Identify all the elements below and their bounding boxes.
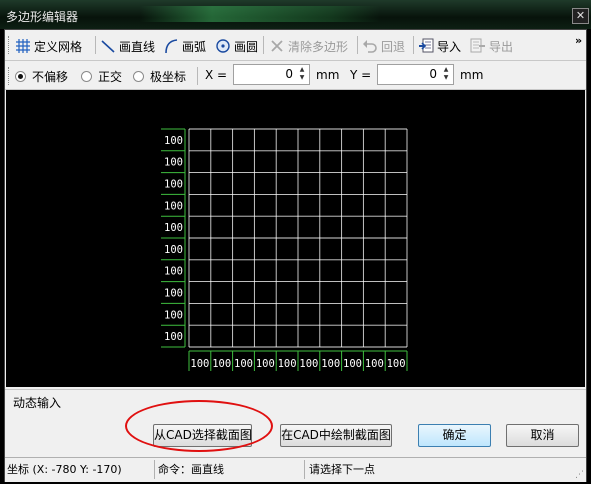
title-bar: 多边形编辑器 ✕ bbox=[0, 0, 591, 29]
ok-button[interactable]: 确定 bbox=[418, 424, 491, 447]
bottom-tab-row: 动态输入 bbox=[5, 389, 586, 412]
toolbar-grip[interactable] bbox=[8, 36, 11, 54]
toolbar-separator bbox=[357, 36, 358, 54]
grid-icon bbox=[16, 39, 30, 53]
x-value: 0 bbox=[285, 67, 293, 81]
row-dimension-label: 100 bbox=[164, 309, 183, 321]
draw-arc-label: 画弧 bbox=[182, 39, 207, 54]
x-label: X = bbox=[205, 68, 228, 82]
draw-in-cad-button[interactable]: 在CAD中绘制截面图 bbox=[280, 424, 392, 447]
col-dimension-label: 100 bbox=[365, 358, 384, 370]
window-title: 多边形编辑器 bbox=[6, 10, 79, 24]
radio-dot-icon bbox=[15, 71, 26, 82]
draw-line-button[interactable]: 画直线 bbox=[100, 37, 155, 55]
status-divider bbox=[304, 460, 305, 479]
row-dimension-label: 100 bbox=[164, 244, 183, 256]
draw-arc-button[interactable]: 画弧 bbox=[163, 37, 206, 55]
circle-icon bbox=[216, 39, 230, 53]
clear-polygon-button[interactable]: 清除多边形 bbox=[269, 37, 348, 55]
define-grid-label: 定义网格 bbox=[34, 39, 83, 54]
undo-button[interactable]: 回退 bbox=[362, 37, 405, 55]
radio-no-offset[interactable]: 不偏移 bbox=[15, 68, 68, 85]
radio-orthogonal-label: 正交 bbox=[98, 70, 123, 84]
toolbar-separator bbox=[413, 36, 414, 54]
x-spin-arrows[interactable]: ▲ ▼ bbox=[296, 66, 308, 83]
export-button[interactable]: 导出 bbox=[470, 37, 513, 55]
resize-grip-icon[interactable]: ⋰ bbox=[575, 470, 584, 480]
row-dimension-label: 100 bbox=[164, 157, 183, 169]
status-coordinates: 坐标 (X: -780 Y: -170) bbox=[7, 463, 122, 476]
status-prompt: 请选择下一点 bbox=[309, 463, 375, 476]
clear-polygon-label: 清除多边形 bbox=[288, 39, 349, 54]
arc-icon bbox=[165, 39, 178, 54]
y-label: Y = bbox=[350, 68, 372, 82]
status-command: 命令：画直线 bbox=[158, 463, 224, 476]
options-toolbar: 不偏移 正交 极坐标 X = 0 ▲ ▼ mm Y = 0 ▲ ▼ mm bbox=[5, 61, 586, 90]
col-dimension-label: 100 bbox=[387, 358, 406, 370]
x-unit: mm bbox=[316, 68, 340, 82]
toolbar-separator bbox=[263, 36, 264, 54]
col-dimension-label: 100 bbox=[343, 358, 362, 370]
x-input[interactable]: 0 ▲ ▼ bbox=[233, 64, 310, 85]
toolbar-overflow-button[interactable]: » bbox=[575, 34, 582, 47]
radio-polar-label: 极坐标 bbox=[150, 70, 187, 84]
draw-line-label: 画直线 bbox=[119, 39, 156, 54]
toolbar-grip[interactable] bbox=[8, 67, 11, 85]
line-icon bbox=[101, 40, 115, 53]
y-spin-arrows[interactable]: ▲ ▼ bbox=[440, 66, 452, 83]
select-from-cad-button[interactable]: 从CAD选择截面图 bbox=[153, 424, 252, 447]
grid-svg[interactable]: 100100100100100100100100100100100 100 100 1… bbox=[6, 90, 585, 387]
status-divider bbox=[154, 460, 155, 479]
cancel-button[interactable]: 取消 bbox=[506, 424, 579, 447]
undo-icon bbox=[363, 40, 377, 53]
tab-dynamic-input[interactable]: 动态输入 bbox=[13, 394, 61, 411]
export-icon bbox=[470, 38, 485, 53]
y-unit: mm bbox=[460, 68, 484, 82]
import-button[interactable]: 导入 bbox=[418, 37, 461, 55]
col-dimension-label: 100 bbox=[256, 358, 275, 370]
row-dimension-label: 100 bbox=[164, 331, 183, 343]
row-dimension-label: 100 bbox=[164, 179, 183, 191]
row-dimension-label: 100 bbox=[164, 266, 183, 278]
row-dimension-label: 100 bbox=[164, 288, 183, 300]
main-toolbar: 定义网格 画直线 画弧 画圆 清除多边形 回退 导入 导出 » bbox=[5, 30, 586, 61]
col-dimension-label: 100 bbox=[299, 358, 318, 370]
draw-circle-label: 画圆 bbox=[234, 39, 259, 54]
import-icon bbox=[419, 38, 434, 53]
col-dimension-label: 100 bbox=[212, 358, 231, 370]
radio-orthogonal[interactable]: 正交 bbox=[81, 68, 122, 85]
radio-dot-icon bbox=[81, 71, 92, 82]
toolbar-separator bbox=[197, 67, 198, 85]
y-value: 0 bbox=[429, 67, 437, 81]
drawing-canvas[interactable]: 100 100 100 100 100 100 100 100 100 100 100 100 100 1… bbox=[6, 90, 585, 387]
radio-no-offset-label: 不偏移 bbox=[32, 70, 69, 84]
col-dimension-label: 100 bbox=[234, 358, 253, 370]
close-button[interactable]: ✕ bbox=[572, 8, 589, 24]
polygon-editor-dialog: 定义网格 画直线 画弧 画圆 清除多边形 回退 导入 导出 » 不偏移 正交 极… bbox=[4, 29, 587, 482]
row-dimension-label: 100 bbox=[164, 222, 183, 234]
define-grid-button[interactable]: 定义网格 bbox=[15, 37, 82, 55]
col-dimension-label: 100 bbox=[190, 358, 209, 370]
row-dimension-label: 100 bbox=[164, 135, 183, 147]
title-bar-glow bbox=[140, 6, 380, 22]
col-dimension-label: 100 bbox=[321, 358, 340, 370]
toolbar-separator bbox=[95, 36, 96, 54]
export-label: 导出 bbox=[489, 39, 514, 54]
row-dimension-label: 100 bbox=[164, 200, 183, 212]
delete-icon bbox=[271, 40, 283, 52]
import-label: 导入 bbox=[437, 39, 462, 54]
radio-dot-icon bbox=[133, 71, 144, 82]
radio-polar[interactable]: 极坐标 bbox=[133, 68, 186, 85]
col-dimension-label: 100 bbox=[278, 358, 297, 370]
status-bar: 坐标 (X: -780 Y: -170) 命令：画直线 请选择下一点 ⋰ bbox=[5, 457, 586, 482]
y-input[interactable]: 0 ▲ ▼ bbox=[377, 64, 454, 85]
draw-circle-button[interactable]: 画圆 bbox=[215, 37, 258, 55]
undo-label: 回退 bbox=[381, 39, 406, 54]
